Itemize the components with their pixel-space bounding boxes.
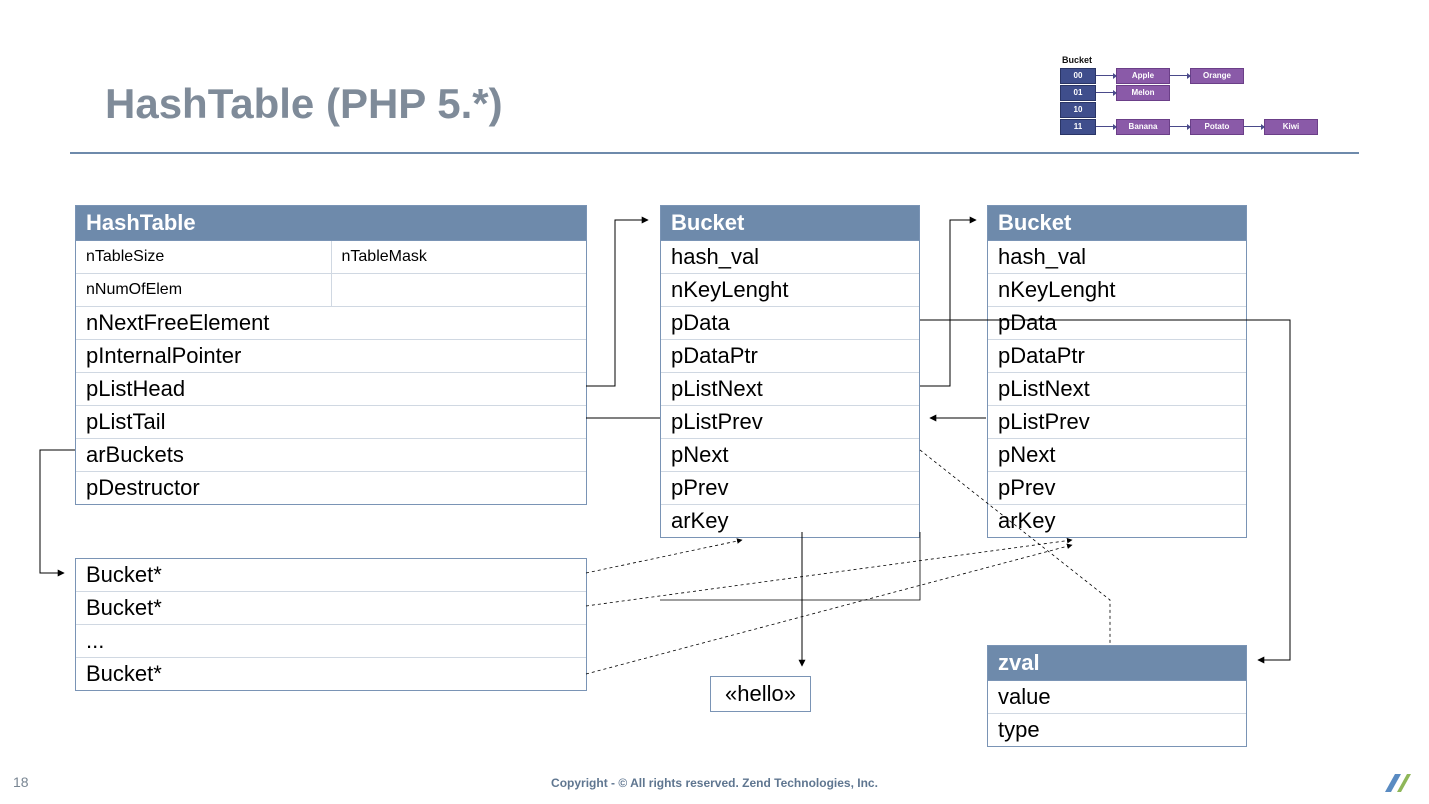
field: pNext [661,439,919,472]
mini-box: Melon [1116,85,1170,101]
bucket-a-struct: Bucket hash_val nKeyLenght pData pDataPt… [660,205,920,538]
zend-logo-icon [1383,772,1411,794]
field: pListPrev [988,406,1246,439]
field: pPrev [988,472,1246,505]
arrow-icon [1170,75,1190,76]
mini-row: 00 Apple Orange [1060,67,1318,84]
bucket-array: Bucket* Bucket* ... Bucket* [75,558,587,691]
field: Bucket* [76,658,586,690]
mini-box: Potato [1190,119,1244,135]
mini-row: 11 Banana Potato Kiwi [1060,118,1318,135]
field: pListPrev [661,406,919,439]
field: pDataPtr [661,340,919,373]
field: Bucket* [76,592,586,625]
mini-row: 10 [1060,101,1318,118]
hashtable-struct: HashTable nTableSize nTableMask nNumOfEl… [75,205,587,505]
mini-idx: 10 [1060,102,1096,118]
mini-label: Bucket [1062,55,1318,65]
field: pDestructor [76,472,586,504]
field: type [988,714,1246,746]
field: ... [76,625,586,658]
field: value [988,681,1246,714]
arrow-icon [1096,75,1116,76]
field: nNextFreeElement [76,307,586,340]
field: pData [661,307,919,340]
hello-value: «hello» [710,676,811,712]
struct-header: HashTable [76,206,586,241]
field: pListTail [76,406,586,439]
field: nKeyLenght [988,274,1246,307]
mini-idx: 00 [1060,68,1096,84]
mini-row: 01 Melon [1060,84,1318,101]
arrow-icon [1096,92,1116,93]
field: pListHead [76,373,586,406]
struct-header: Bucket [661,206,919,241]
arrow-icon [1244,126,1264,127]
field: Bucket* [76,559,586,592]
struct-header: Bucket [988,206,1246,241]
field-row: nTableSize nTableMask [76,241,586,274]
page-title: HashTable (PHP 5.*) [105,80,503,128]
field [332,274,587,306]
field: nTableMask [332,241,587,273]
mini-box: Orange [1190,68,1244,84]
field: pData [988,307,1246,340]
zval-struct: zval value type [987,645,1247,747]
field: pDataPtr [988,340,1246,373]
arrow-icon [1096,126,1116,127]
mini-box: Kiwi [1264,119,1318,135]
mini-box: Banana [1116,119,1170,135]
field: nTableSize [76,241,332,273]
field: pPrev [661,472,919,505]
field: nNumOfElem [76,274,332,306]
field: hash_val [988,241,1246,274]
struct-header: zval [988,646,1246,681]
mini-idx: 11 [1060,119,1096,135]
title-rule [70,152,1359,154]
mini-diagram: Bucket 00 Apple Orange 01 Melon 10 11 Ba… [1060,55,1318,135]
field: arKey [661,505,919,537]
field: pInternalPointer [76,340,586,373]
field: pListNext [661,373,919,406]
mini-idx: 01 [1060,85,1096,101]
mini-box: Apple [1116,68,1170,84]
field: pListNext [988,373,1246,406]
field-row: nNumOfElem [76,274,586,307]
arrow-icon [1170,126,1190,127]
field: nKeyLenght [661,274,919,307]
field: arKey [988,505,1246,537]
copyright: Copyright - © All rights reserved. Zend … [0,776,1429,790]
field: pNext [988,439,1246,472]
field: hash_val [661,241,919,274]
bucket-b-struct: Bucket hash_val nKeyLenght pData pDataPt… [987,205,1247,538]
field: arBuckets [76,439,586,472]
